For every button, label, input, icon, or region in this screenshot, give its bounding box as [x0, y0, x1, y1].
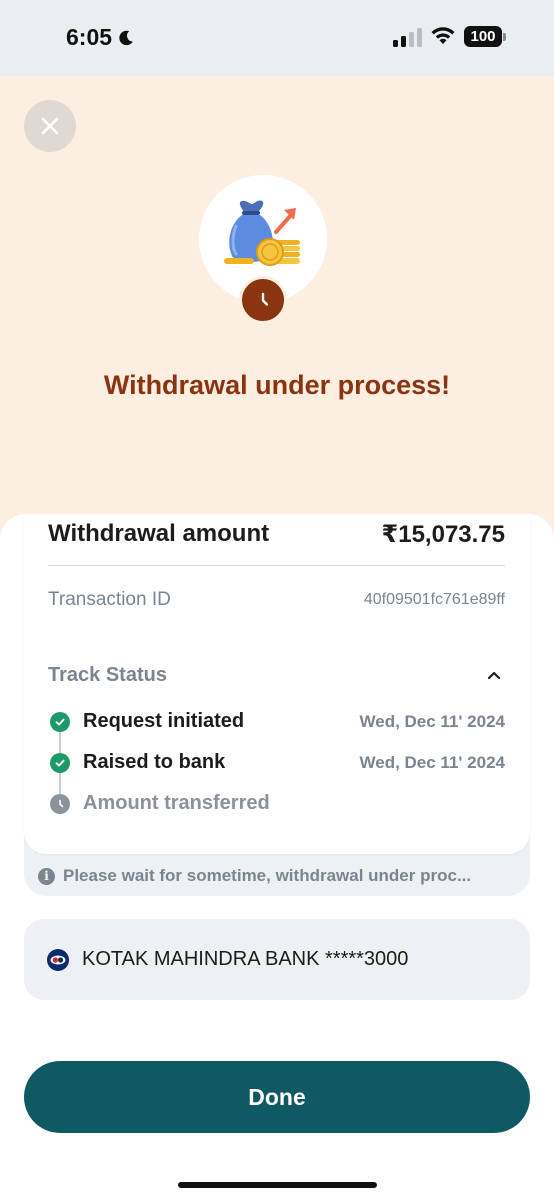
bank-account-card[interactable]: KOTAK MAHINDRA BANK *****3000 — [24, 919, 530, 1000]
check-circle-icon — [50, 712, 70, 732]
status-time-text: 6:05 — [66, 24, 113, 50]
status-bar: 6:05 100 — [0, 0, 554, 76]
money-bag-icon — [224, 200, 300, 266]
withdrawal-amount-value: ₹15,073.75 — [381, 521, 505, 548]
chevron-up-icon[interactable] — [484, 666, 504, 684]
info-note: i Please wait for sometime, withdrawal u… — [38, 865, 514, 887]
info-icon: i — [38, 867, 55, 885]
step-date: Wed, Dec 11' 2024 — [359, 753, 506, 772]
timeline-connector — [59, 731, 61, 753]
page-title: Withdrawal under process! — [103, 370, 451, 400]
moon-icon — [119, 30, 133, 45]
step-raised-to-bank: Raised to bank — [83, 751, 226, 773]
wifi-icon — [431, 27, 455, 44]
timeline-connector — [59, 772, 61, 794]
check-circle-icon — [50, 753, 70, 773]
transaction-id-label: Transaction ID — [48, 589, 171, 610]
step-amount-transferred: Amount transferred — [83, 792, 270, 814]
kotak-bank-logo-icon — [47, 948, 69, 971]
done-button[interactable]: Done — [24, 1061, 530, 1133]
track-status-title: Track Status — [48, 664, 167, 686]
step-request-initiated: Request initiated — [83, 710, 245, 732]
step-date: Wed, Dec 11' 2024 — [359, 712, 506, 731]
battery-indicator: 100 — [464, 26, 506, 47]
bank-name: KOTAK MAHINDRA BANK *****3000 — [82, 948, 409, 970]
battery-tip — [503, 32, 506, 41]
clock-icon — [261, 292, 269, 306]
withdrawal-amount-label: Withdrawal amount — [48, 520, 270, 547]
divider — [48, 565, 505, 566]
hero-section: Withdrawal under process! — [0, 76, 554, 546]
transaction-id-value[interactable]: 40f09501fc761e89ff — [364, 591, 505, 609]
battery-level: 100 — [464, 26, 502, 47]
clock-badge — [239, 276, 287, 324]
home-indicator[interactable] — [178, 1182, 377, 1188]
signal-icon — [393, 28, 422, 47]
status-time: 6:05 — [66, 24, 135, 51]
close-icon — [41, 117, 59, 135]
info-note-text: Please wait for sometime, withdrawal und… — [63, 866, 472, 885]
close-button[interactable] — [24, 100, 76, 152]
clock-pending-icon — [50, 794, 70, 814]
